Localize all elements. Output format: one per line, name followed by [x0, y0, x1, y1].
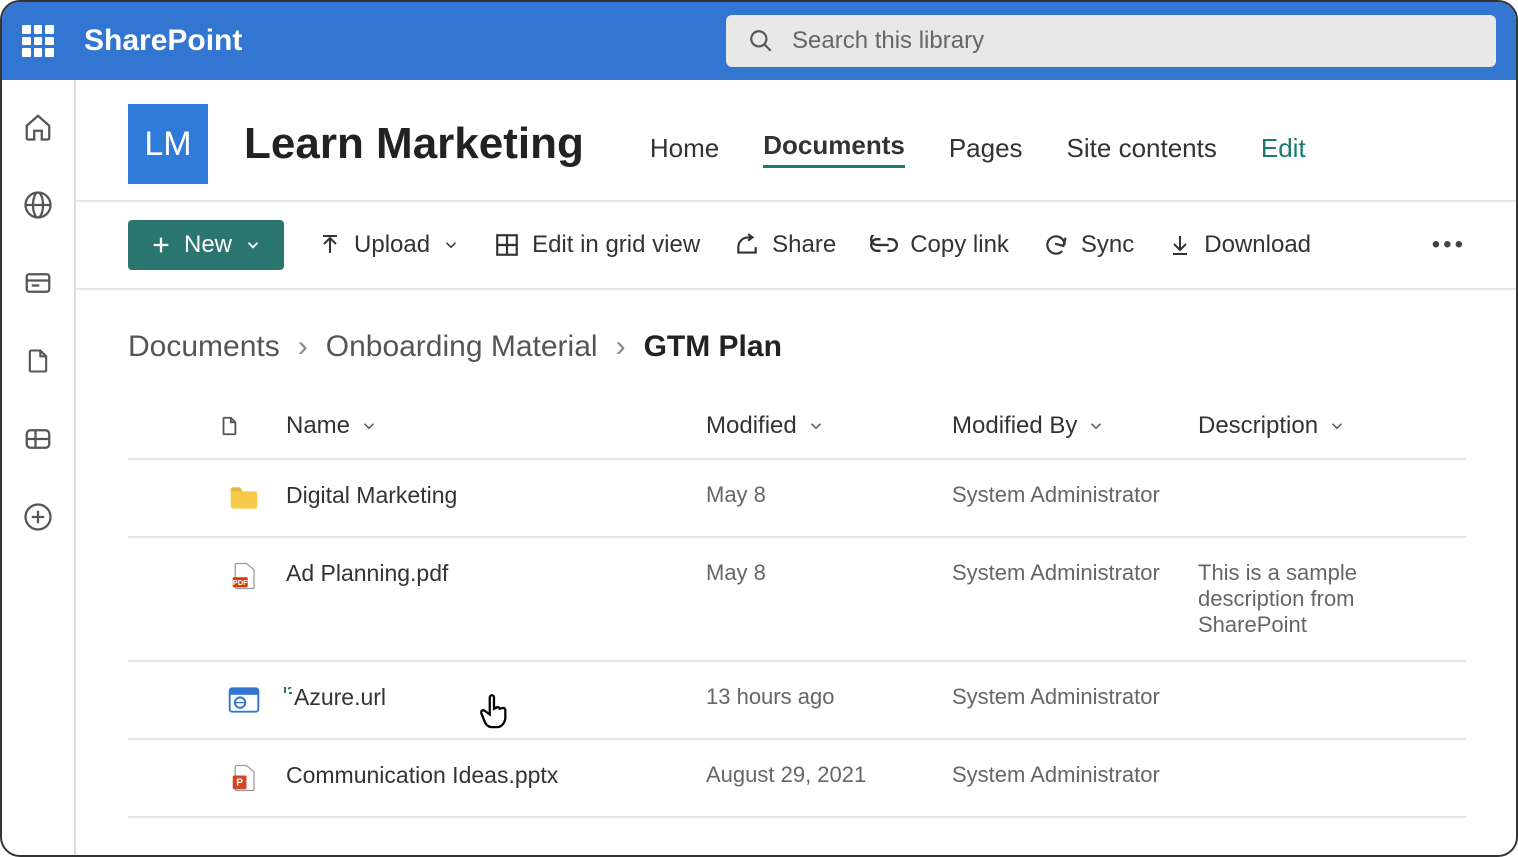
- pdf-icon: PDF: [228, 560, 260, 592]
- svg-text:PDF: PDF: [233, 578, 248, 587]
- breadcrumb-item[interactable]: Onboarding Material: [326, 330, 598, 364]
- pptx-icon: P: [228, 762, 260, 794]
- command-bar: New Upload Edit in grid view Share: [76, 202, 1516, 290]
- table-row[interactable]: Digital MarketingMay 8System Administrat…: [128, 460, 1466, 538]
- column-description[interactable]: Description: [1198, 412, 1466, 440]
- modified-cell: May 8: [706, 482, 952, 508]
- create-icon[interactable]: [21, 500, 55, 534]
- download-button[interactable]: Download: [1168, 231, 1311, 259]
- modified-by-cell: System Administrator: [952, 560, 1198, 586]
- sync-button[interactable]: Sync: [1043, 231, 1134, 259]
- file-name[interactable]: Communication Ideas.pptx: [286, 762, 706, 789]
- globe-icon[interactable]: [21, 188, 55, 222]
- more-commands-button[interactable]: •••: [1432, 231, 1466, 259]
- nav-home[interactable]: Home: [650, 133, 719, 168]
- table-row[interactable]: PDF Ad Planning.pdfMay 8System Administra…: [128, 538, 1466, 662]
- table-row[interactable]: Azure.url13 hours agoSystem Administrato…: [128, 662, 1466, 740]
- modified-cell: May 8: [706, 560, 952, 586]
- breadcrumb-item: GTM Plan: [644, 330, 782, 364]
- modified-cell: August 29, 2021: [706, 762, 952, 788]
- site-nav: Home Documents Pages Site contents Edit: [650, 104, 1306, 184]
- file-name[interactable]: Digital Marketing: [286, 482, 706, 509]
- brand-label[interactable]: SharePoint: [84, 24, 242, 58]
- file-name[interactable]: Azure.url: [286, 684, 706, 711]
- document-table: Name Modified Modified By Description Di…: [128, 394, 1466, 818]
- list-icon[interactable]: [21, 422, 55, 456]
- column-modified-by[interactable]: Modified By: [952, 412, 1198, 440]
- folder-icon: [228, 482, 260, 514]
- copy-link-button[interactable]: Copy link: [870, 231, 1009, 259]
- chevron-right-icon: ›: [298, 330, 308, 364]
- column-file-type[interactable]: [218, 413, 286, 439]
- app-launcher-icon[interactable]: [22, 25, 54, 57]
- column-name[interactable]: Name: [286, 412, 706, 440]
- table-header-row: Name Modified Modified By Description: [128, 394, 1466, 460]
- upload-button[interactable]: Upload: [318, 231, 460, 259]
- modified-by-cell: System Administrator: [952, 684, 1198, 710]
- nav-site-contents[interactable]: Site contents: [1067, 133, 1217, 168]
- suite-bar: SharePoint: [2, 2, 1516, 80]
- new-indicator-icon: [278, 680, 292, 707]
- site-logo[interactable]: LM: [128, 104, 208, 184]
- new-button[interactable]: New: [128, 220, 284, 270]
- breadcrumb: Documents › Onboarding Material › GTM Plan: [76, 290, 1516, 374]
- chevron-right-icon: ›: [616, 330, 626, 364]
- breadcrumb-item[interactable]: Documents: [128, 330, 280, 364]
- file-icon[interactable]: [21, 344, 55, 378]
- modified-by-cell: System Administrator: [952, 482, 1198, 508]
- site-title: Learn Marketing: [244, 119, 584, 169]
- nav-edit[interactable]: Edit: [1261, 133, 1306, 168]
- share-button[interactable]: Share: [734, 231, 836, 259]
- new-button-label: New: [184, 231, 232, 259]
- table-row[interactable]: P Communication Ideas.pptxAugust 29, 2021…: [128, 740, 1466, 818]
- site-header: LM Learn Marketing Home Documents Pages Sit…: [76, 104, 1516, 184]
- url-icon: [228, 684, 260, 716]
- search-icon: [748, 28, 774, 54]
- column-modified[interactable]: Modified: [706, 412, 952, 440]
- news-icon[interactable]: [21, 266, 55, 300]
- modified-cell: 13 hours ago: [706, 684, 952, 710]
- description-cell: This is a sample description from ShareP…: [1198, 560, 1466, 638]
- app-bar: [2, 80, 76, 855]
- nav-documents[interactable]: Documents: [763, 130, 905, 168]
- nav-pages[interactable]: Pages: [949, 133, 1023, 168]
- search-input[interactable]: [792, 27, 1474, 55]
- edit-grid-button[interactable]: Edit in grid view: [494, 231, 700, 259]
- modified-by-cell: System Administrator: [952, 762, 1198, 788]
- home-icon[interactable]: [21, 110, 55, 144]
- search-box[interactable]: [726, 15, 1496, 67]
- file-name[interactable]: Ad Planning.pdf: [286, 560, 706, 587]
- svg-text:P: P: [236, 778, 243, 789]
